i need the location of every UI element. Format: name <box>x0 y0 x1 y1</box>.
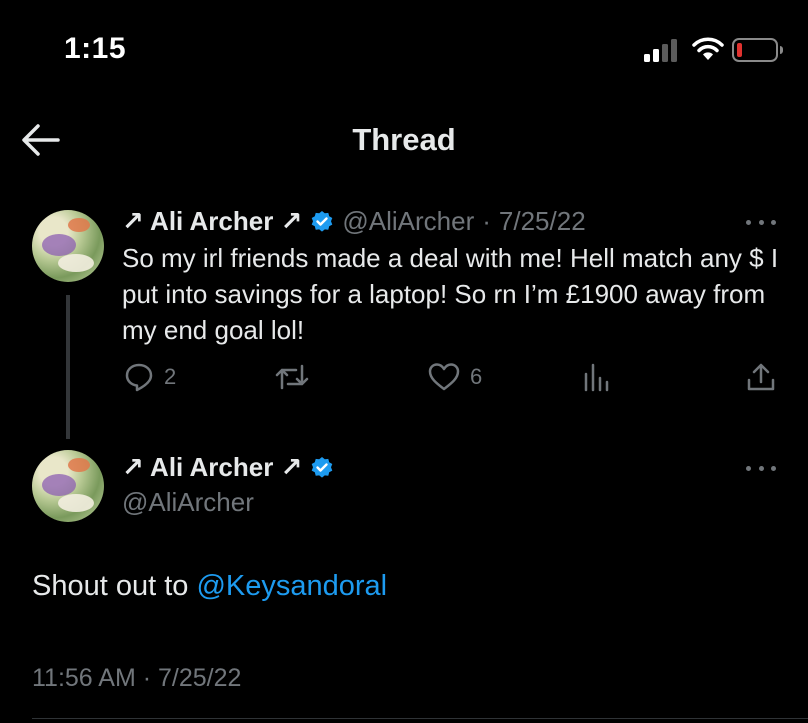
like-count: 6 <box>470 364 483 389</box>
more-options-icon[interactable] <box>746 216 776 228</box>
mention-link[interactable]: @Keysandoral <box>196 570 387 602</box>
tweet-actions: 2 6 <box>0 362 808 398</box>
handle[interactable]: @AliArcher <box>342 206 474 237</box>
retweet-icon <box>275 364 309 390</box>
reply-tweet-header: ↗ Ali Archer ↗ @AliArcher · 7/25/22 <box>122 206 586 237</box>
reply-button[interactable]: 2 <box>124 362 176 392</box>
share-icon <box>747 363 775 391</box>
tweet-timestamp[interactable]: 11:56 AM · 7/25/22 <box>32 664 241 693</box>
display-name[interactable]: ↗ Ali Archer ↗ <box>122 452 302 483</box>
tweet-text: So my irl friends made a deal with me! H… <box>122 243 779 345</box>
reply-icon <box>125 363 153 392</box>
analytics-icon <box>584 363 609 392</box>
page-title: Thread <box>352 122 456 157</box>
handle[interactable]: @AliArcher <box>122 487 254 518</box>
like-button[interactable]: 6 <box>428 362 482 392</box>
cellular-signal-icon <box>644 39 677 62</box>
retweet-button[interactable] <box>274 362 310 392</box>
main-tweet-header: ↗ Ali Archer ↗ <box>122 452 334 483</box>
divider <box>32 718 808 719</box>
reply-count: 2 <box>164 364 177 389</box>
verified-badge-icon <box>312 456 333 478</box>
wifi-icon <box>692 37 724 60</box>
avatar[interactable] <box>32 450 104 522</box>
tweet-text-prefix: Shout out to <box>32 570 197 602</box>
avatar[interactable] <box>32 210 104 282</box>
heart-icon <box>428 363 460 391</box>
display-name[interactable]: ↗ Ali Archer ↗ <box>122 206 302 237</box>
status-time: 1:15 <box>64 32 127 65</box>
battery-low-icon <box>732 38 783 62</box>
verified-badge-icon <box>312 210 333 232</box>
more-options-icon[interactable] <box>746 462 776 474</box>
focused-tweet-text: Shout out to @Keysandoral <box>32 570 387 603</box>
views-button[interactable] <box>582 362 610 392</box>
separator: · <box>482 206 491 236</box>
share-button[interactable] <box>746 362 776 392</box>
status-bar: 1:15 <box>0 0 808 100</box>
tweet-date[interactable]: 7/25/22 <box>499 206 586 237</box>
